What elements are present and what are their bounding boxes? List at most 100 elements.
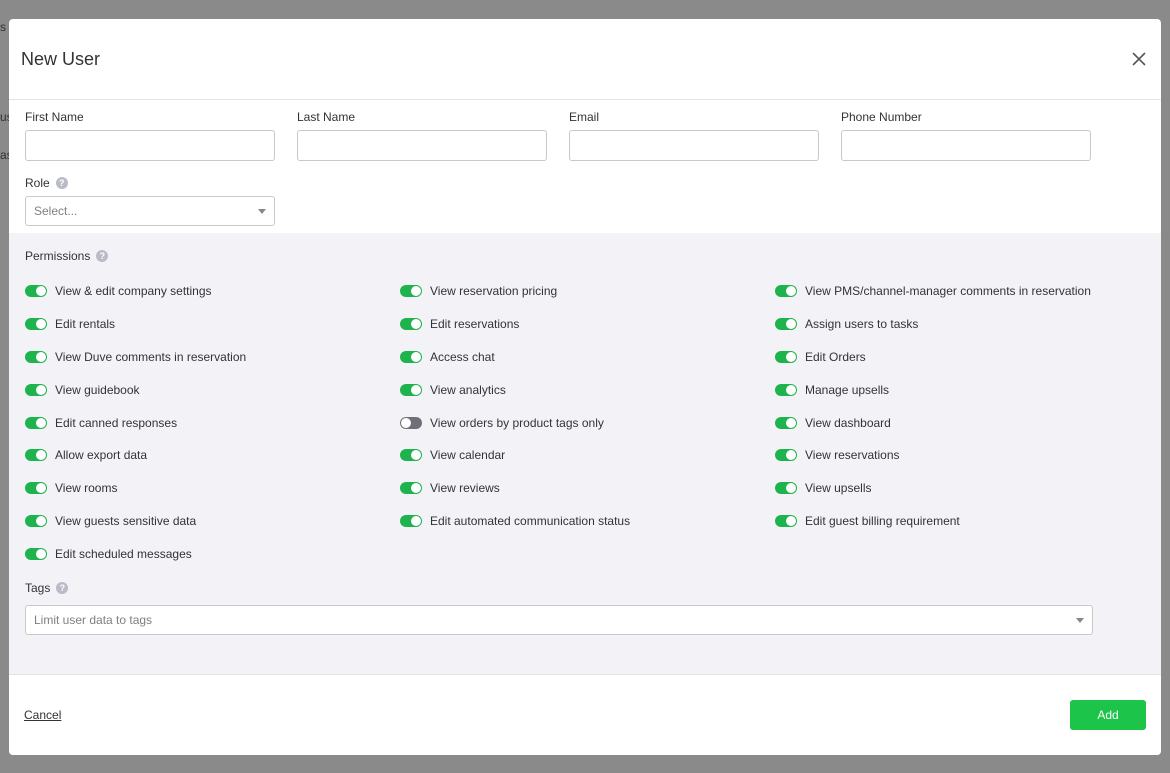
permission-label: View & edit company settings [55, 284, 212, 299]
permission-toggle[interactable] [400, 350, 422, 363]
permission-item: View & edit company settings [25, 275, 246, 308]
permission-item: Edit canned responses [25, 406, 246, 439]
permission-toggle[interactable] [400, 318, 422, 331]
permission-label: Access chat [430, 349, 495, 364]
permission-label: View reservations [805, 448, 900, 463]
role-select[interactable]: Select... [25, 196, 275, 226]
permission-item: View upsells [775, 472, 1091, 505]
permission-label: View Duve comments in reservation [55, 349, 247, 364]
permission-label: View orders by product tags only [430, 415, 604, 430]
permission-toggle[interactable] [400, 416, 422, 429]
permission-item: View calendar [400, 439, 630, 472]
user-fields: First Name Last Name Email Phone Number … [9, 100, 1161, 233]
permission-item: Assign users to tasks [775, 308, 1091, 341]
permission-item: View reservations [775, 439, 1091, 472]
permission-toggle[interactable] [25, 318, 47, 331]
close-icon[interactable] [1131, 51, 1147, 67]
permission-item: Manage upsells [775, 373, 1091, 406]
permission-label: View rooms [55, 481, 118, 496]
phone-label: Phone Number [841, 110, 922, 124]
permissions-column: View PMS/channel-manager comments in res… [775, 275, 1091, 537]
first-name-field: First Name [25, 110, 275, 161]
tags-label: Tags [25, 581, 51, 595]
modal-header: New User [9, 19, 1161, 100]
email-field: Email [569, 110, 819, 161]
help-icon[interactable]: ? [96, 250, 109, 262]
permission-toggle[interactable] [775, 383, 797, 396]
permission-item: View guidebook [25, 373, 246, 406]
cancel-button[interactable]: Cancel [24, 708, 61, 722]
permissions-column: View & edit company settings Edit rentals… [25, 275, 246, 570]
permission-label: Manage upsells [805, 382, 890, 397]
modal-title: New User [21, 49, 101, 69]
permission-label: View reviews [430, 481, 500, 496]
permission-toggle[interactable] [400, 514, 422, 527]
permission-toggle[interactable] [25, 514, 47, 527]
last-name-field: Last Name [297, 110, 547, 161]
permission-toggle[interactable] [400, 383, 422, 396]
permission-toggle[interactable] [775, 285, 797, 298]
permission-item: Allow export data [25, 439, 246, 472]
permission-label: Edit automated communication status [430, 513, 631, 528]
new-user-modal: New User First Name Last Name Email Phon… [9, 19, 1161, 755]
role-field: Role ? Select... [25, 176, 275, 226]
permission-item: View reservation pricing [400, 275, 630, 308]
permissions-section: Permissions ? View & edit company settin… [9, 233, 1161, 674]
permission-item: View guests sensitive data [25, 505, 246, 538]
tags-placeholder: Limit user data to tags [34, 613, 153, 627]
permission-toggle[interactable] [25, 285, 47, 298]
permissions-title: Permissions [25, 249, 91, 263]
last-name-label: Last Name [297, 110, 356, 124]
permission-label: View upsells [805, 481, 872, 496]
help-icon[interactable]: ? [56, 582, 69, 594]
permission-item: Edit rentals [25, 308, 246, 341]
permission-toggle[interactable] [775, 482, 797, 495]
permission-toggle[interactable] [25, 547, 47, 560]
phone-input[interactable] [841, 130, 1091, 161]
last-name-input[interactable] [297, 130, 547, 161]
chevron-down-icon [258, 209, 266, 214]
permission-item: View rooms [25, 472, 246, 505]
permission-label: Edit canned responses [55, 415, 178, 430]
tags-select[interactable]: Limit user data to tags [25, 605, 1093, 635]
permission-label: Edit guest billing requirement [805, 513, 960, 528]
permission-item: Access chat [400, 341, 630, 374]
permission-toggle[interactable] [775, 318, 797, 331]
permission-label: View reservation pricing [430, 284, 558, 299]
permission-toggle[interactable] [400, 449, 422, 462]
permission-toggle[interactable] [25, 416, 47, 429]
permission-toggle[interactable] [400, 482, 422, 495]
permission-label: Edit rentals [55, 317, 116, 332]
permission-toggle[interactable] [25, 383, 47, 396]
permission-item: View dashboard [775, 406, 1091, 439]
add-button[interactable]: Add [1070, 700, 1146, 730]
permission-label: Allow export data [55, 448, 148, 463]
permission-item: View analytics [400, 373, 630, 406]
permission-item: View orders by product tags only [400, 406, 630, 439]
email-label: Email [569, 110, 600, 124]
first-name-input[interactable] [25, 130, 275, 161]
permission-label: View guests sensitive data [55, 513, 197, 528]
chevron-down-icon [1076, 618, 1084, 623]
modal-footer: Cancel Add [9, 674, 1161, 755]
permission-item: Edit reservations [400, 308, 630, 341]
permission-toggle[interactable] [25, 449, 47, 462]
first-name-label: First Name [25, 110, 84, 124]
permission-label: View analytics [430, 382, 506, 397]
permission-toggle[interactable] [25, 482, 47, 495]
permission-label: Edit reservations [430, 317, 520, 332]
permission-toggle[interactable] [775, 350, 797, 363]
email-input[interactable] [569, 130, 819, 161]
permission-item: Edit scheduled messages [25, 537, 246, 570]
role-label: Role [25, 176, 50, 190]
permission-toggle[interactable] [25, 350, 47, 363]
help-icon[interactable]: ? [55, 177, 68, 189]
permission-toggle[interactable] [775, 514, 797, 527]
permission-item: Edit guest billing requirement [775, 505, 1091, 538]
permission-item: View PMS/channel-manager comments in res… [775, 275, 1091, 308]
phone-field: Phone Number [841, 110, 1091, 161]
permission-toggle[interactable] [775, 449, 797, 462]
role-select-placeholder: Select... [34, 204, 78, 218]
permission-toggle[interactable] [400, 285, 422, 298]
permission-toggle[interactable] [775, 416, 797, 429]
